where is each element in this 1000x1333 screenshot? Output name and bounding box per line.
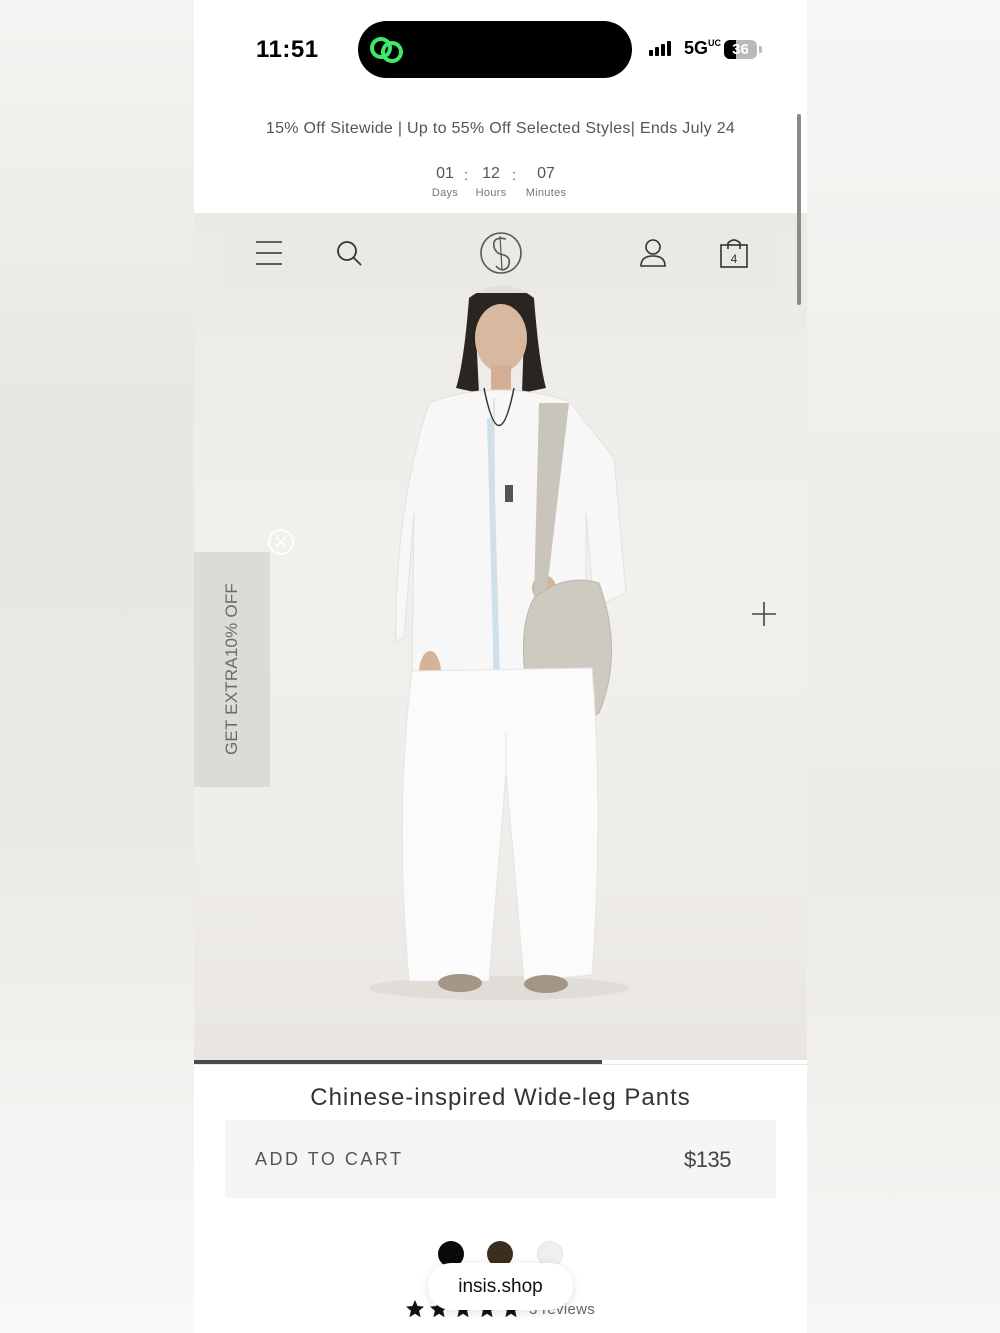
product-title: Chinese-inspired Wide-leg Pants	[310, 1084, 691, 1111]
battery-icon: 36	[724, 40, 757, 59]
network-type: 5GUC	[684, 38, 722, 58]
brand-logo[interactable]	[478, 230, 524, 276]
cart-count: 4	[731, 252, 738, 266]
page-scrollbar[interactable]	[797, 114, 801, 305]
gallery-progress-track	[194, 1060, 807, 1064]
extra-discount-tab[interactable]: GET EXTRA10% OFF	[194, 552, 270, 787]
battery-percent: 36	[732, 41, 749, 58]
promo-banner-text[interactable]: 15% Off Sitewide | Up to 55% Off Selecte…	[194, 120, 807, 138]
status-time: 11:51	[256, 36, 319, 63]
product-price: $135	[684, 1147, 731, 1172]
countdown-hours: 12 Hours	[475, 165, 507, 199]
battery-tip	[759, 46, 762, 53]
countdown-minutes: 07 Minutes	[525, 165, 567, 199]
site-header: 4	[225, 213, 776, 293]
model-photo	[369, 285, 629, 1000]
cart-bag-icon[interactable]: 4	[718, 237, 750, 269]
star-icon	[406, 1300, 424, 1318]
search-icon[interactable]	[334, 237, 366, 269]
phone-screen: 11:51 5GUC 36 15% Off Sitewide | Up to 5…	[194, 0, 807, 1333]
countdown-separator: :	[464, 167, 469, 184]
add-to-cart-label: ADD TO CART	[255, 1149, 404, 1169]
plus-icon[interactable]	[750, 600, 778, 628]
menu-icon[interactable]	[254, 237, 286, 269]
countdown-timer: 01 Days : 12 Hours : 07 Minutes	[194, 165, 807, 209]
countdown-days: 01 Days	[431, 165, 459, 199]
gallery-progress-fill	[194, 1060, 602, 1064]
blurred-background-left	[0, 0, 194, 1333]
product-hero-image[interactable]: 4 GET EXTRA10% OFF	[194, 213, 807, 1065]
account-icon[interactable]	[637, 237, 669, 269]
signal-strength-icon	[649, 41, 671, 56]
close-icon[interactable]	[267, 528, 295, 556]
browser-url-pill[interactable]: insis.shop	[428, 1263, 573, 1310]
blurred-background-right	[807, 0, 1000, 1333]
countdown-separator: :	[512, 167, 517, 184]
extra-discount-label: GET EXTRA10% OFF	[222, 583, 241, 755]
add-to-cart-button[interactable]: ADD TO CART $135	[225, 1120, 776, 1198]
dynamic-island	[358, 21, 632, 78]
linked-rings-icon	[370, 37, 403, 63]
